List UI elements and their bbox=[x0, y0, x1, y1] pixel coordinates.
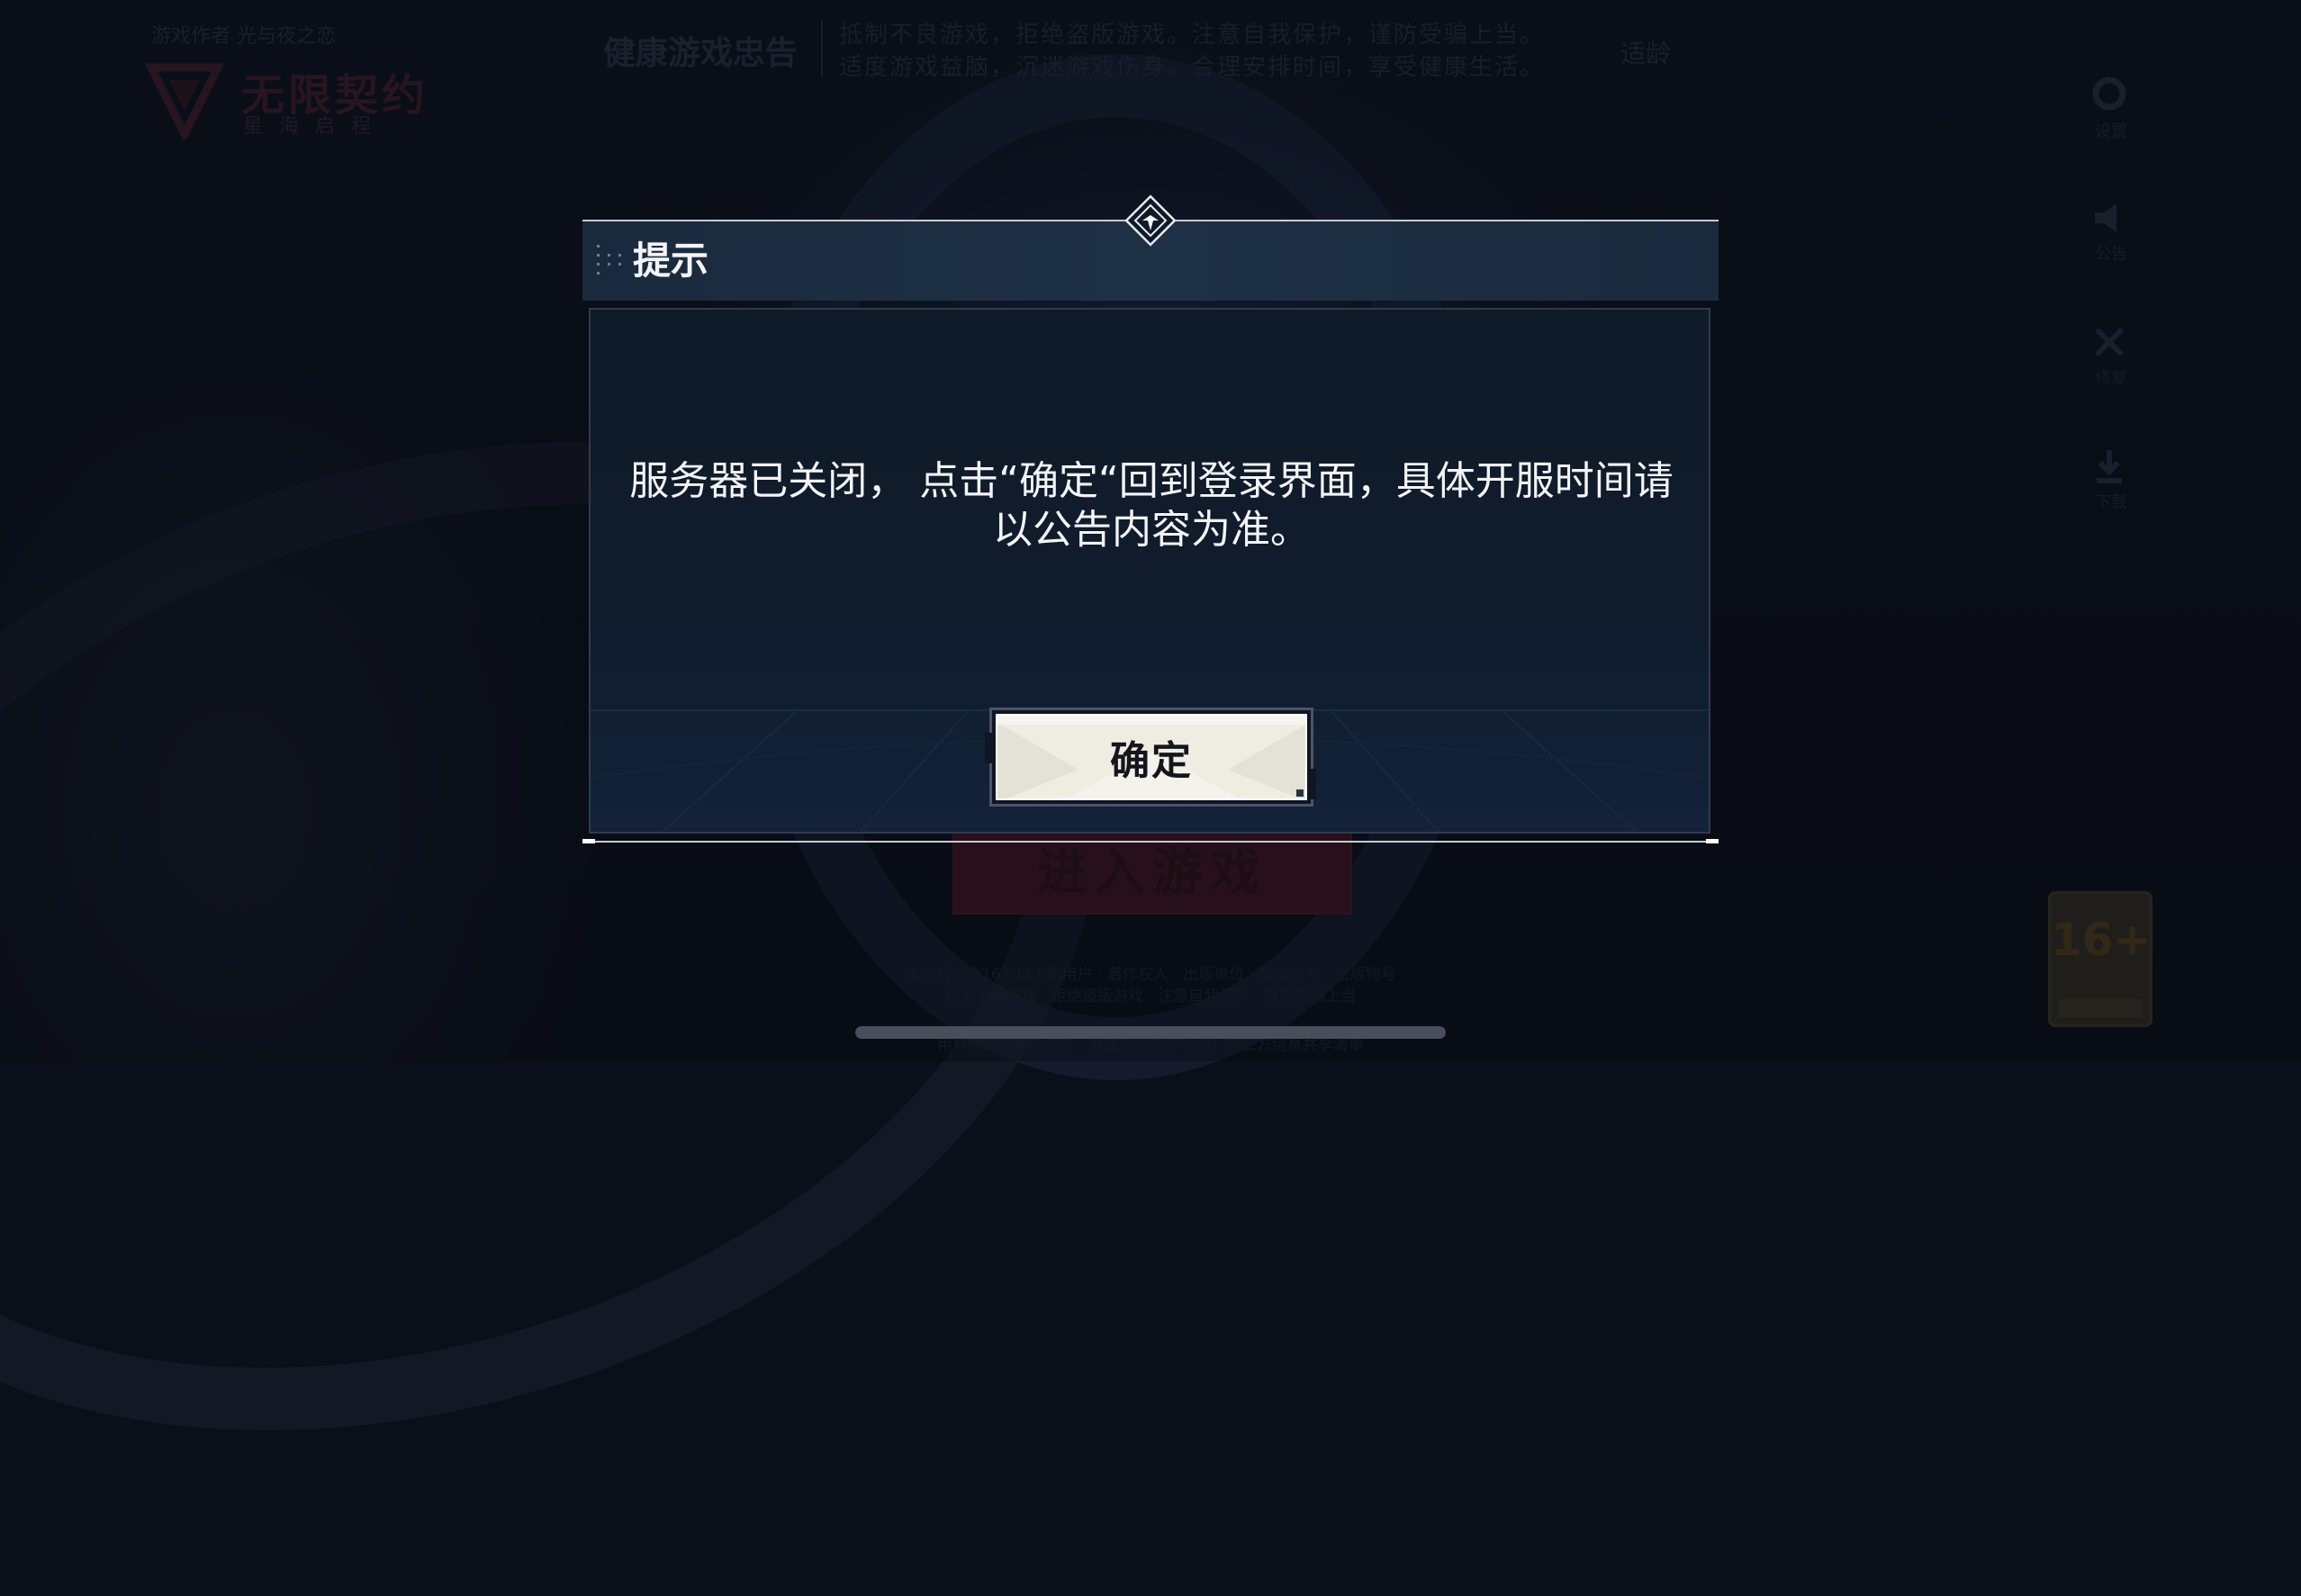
confirm-button-label: 确定 bbox=[1110, 738, 1193, 784]
button-frame-notch bbox=[985, 733, 992, 763]
dialog-title: 提示 bbox=[633, 239, 709, 283]
confirm-button-face[interactable]: 确定 bbox=[996, 714, 1307, 800]
corner-tick bbox=[582, 839, 595, 843]
grip-dots-icon bbox=[597, 245, 621, 275]
home-indicator[interactable] bbox=[855, 1026, 1446, 1039]
diamond-emblem-icon bbox=[1124, 194, 1177, 247]
dialog-message-line: 服务器已关闭， 点击“确定“回到登录界面，具体开服时间请 bbox=[629, 458, 1674, 504]
button-frame-notch bbox=[1309, 769, 1316, 799]
confirm-button[interactable]: 确定 bbox=[989, 708, 1313, 807]
dialog-message-line: 以公告内容为准。 bbox=[993, 507, 1310, 553]
dialog-bottom-border bbox=[582, 841, 1719, 843]
dialog-message: 服务器已关闭， 点击“确定“回到登录界面，具体开服时间请 以公告内容为准。 bbox=[609, 457, 1694, 555]
server-closed-dialog: 提示 服务器已关闭， 点击“确定“回到登录界面，具体开服时间请 以公告内容为准。… bbox=[582, 194, 1719, 844]
corner-tick bbox=[1706, 839, 1719, 843]
button-corner-mark bbox=[1296, 789, 1304, 797]
